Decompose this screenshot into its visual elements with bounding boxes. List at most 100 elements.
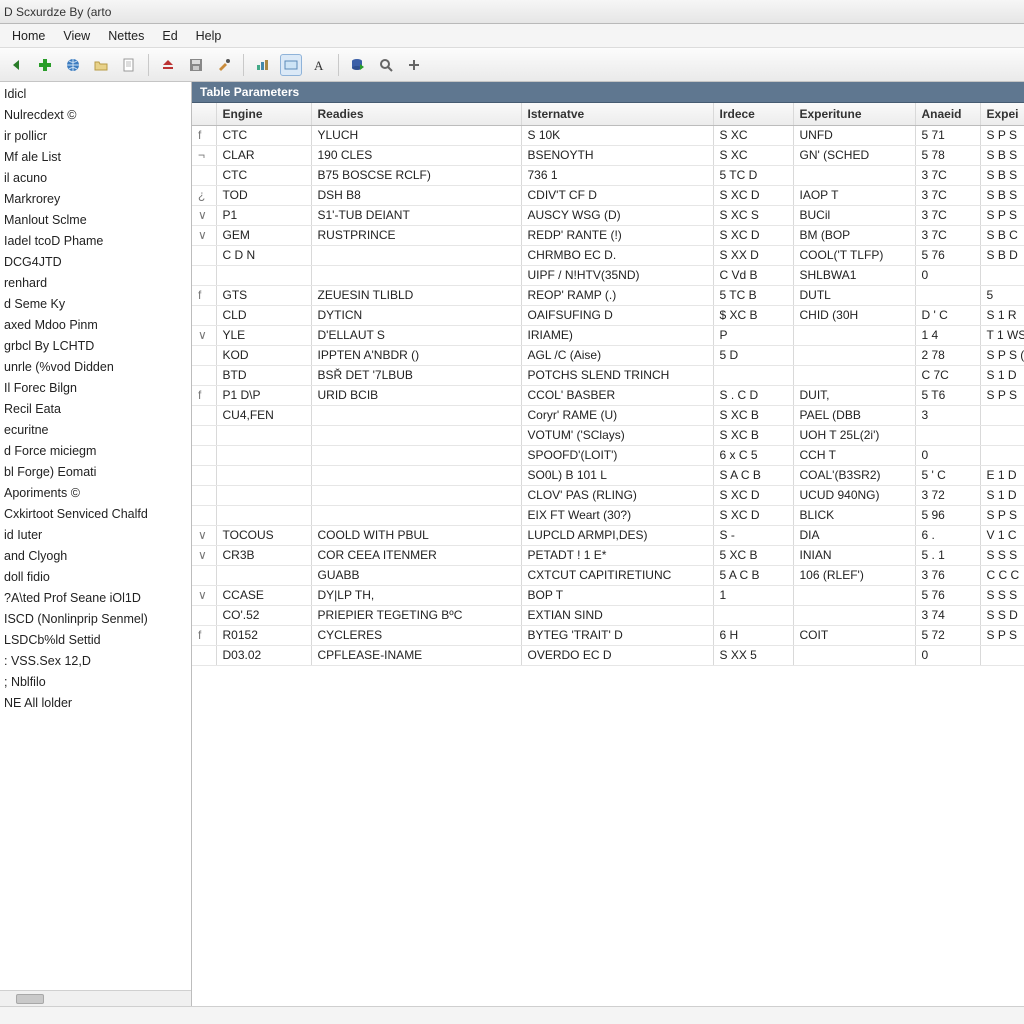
row-marker[interactable]: ∨ xyxy=(192,526,216,546)
cell[interactable]: S XC D xyxy=(713,226,793,246)
cell[interactable]: 5 D xyxy=(713,346,793,366)
table-row[interactable]: SPOOFD'(LOIT')6 x C 5CCH T0 xyxy=(192,446,1024,466)
cell[interactable]: REDP' RANTE (!) xyxy=(521,226,713,246)
cell[interactable]: S 1 R xyxy=(980,306,1024,326)
sidebar-item[interactable]: ISCD (Nonlinprip Senmel) xyxy=(2,609,191,630)
cell[interactable]: 5 71 xyxy=(915,126,980,146)
cell[interactable]: S P S ( xyxy=(980,346,1024,366)
cell[interactable]: DY|LP TH, xyxy=(311,586,521,606)
cell[interactable]: 5 xyxy=(980,286,1024,306)
row-marker[interactable]: ¬ xyxy=(192,146,216,166)
cell[interactable]: 2 78 xyxy=(915,346,980,366)
cell[interactable]: COAL'(B3SR2) xyxy=(793,466,915,486)
cell[interactable] xyxy=(311,486,521,506)
table-row[interactable]: CO'.52PRIEPIER TEGETING BºCEXTIAN SIND3 … xyxy=(192,606,1024,626)
row-marker[interactable] xyxy=(192,446,216,466)
sidebar-item[interactable]: LSDCb%ld Settid xyxy=(2,630,191,651)
cell[interactable]: 5 TC B xyxy=(713,286,793,306)
cell[interactable]: C D N xyxy=(216,246,311,266)
table-row[interactable]: CLDDYTICNOAIFSUFING D$ XC BCHID (30HD ' … xyxy=(192,306,1024,326)
cell[interactable]: BOP T xyxy=(521,586,713,606)
cell[interactable]: EIX FT Weart (30?) xyxy=(521,506,713,526)
cell[interactable]: 6 x C 5 xyxy=(713,446,793,466)
row-marker[interactable] xyxy=(192,346,216,366)
row-marker[interactable]: ∨ xyxy=(192,326,216,346)
cell[interactable] xyxy=(793,606,915,626)
row-marker[interactable]: f xyxy=(192,286,216,306)
cell[interactable]: S B S xyxy=(980,186,1024,206)
cell[interactable]: OAIFSUFING D xyxy=(521,306,713,326)
cell[interactable]: KOD xyxy=(216,346,311,366)
row-marker[interactable] xyxy=(192,466,216,486)
cell[interactable]: REOP' RAMP (.) xyxy=(521,286,713,306)
cell[interactable]: S B C xyxy=(980,226,1024,246)
sidebar-item[interactable]: DCG4JTD xyxy=(2,252,191,273)
cell[interactable]: S 10K xyxy=(521,126,713,146)
cell[interactable]: IRIAME) xyxy=(521,326,713,346)
row-marker[interactable] xyxy=(192,646,216,666)
row-marker[interactable] xyxy=(192,166,216,186)
cell[interactable] xyxy=(311,466,521,486)
cell[interactable]: S S S xyxy=(980,546,1024,566)
row-marker[interactable] xyxy=(192,506,216,526)
cell[interactable]: S XC D xyxy=(713,486,793,506)
cell[interactable]: 0 xyxy=(915,446,980,466)
cell[interactable] xyxy=(311,266,521,286)
sidebar-item[interactable]: d Seme Ky xyxy=(2,294,191,315)
cell[interactable]: VOTUM' ('SClays) xyxy=(521,426,713,446)
cell[interactable]: P1 D\P xyxy=(216,386,311,406)
cell[interactable]: BSŘ DET '7LBUB xyxy=(311,366,521,386)
table-row[interactable]: BTDBSŘ DET '7LBUBPOTCHS SLEND TRINCHC 7C… xyxy=(192,366,1024,386)
cell[interactable]: BUCil xyxy=(793,206,915,226)
cell[interactable]: PAEL (DBB xyxy=(793,406,915,426)
cell[interactable]: S XC B xyxy=(713,426,793,446)
row-marker[interactable] xyxy=(192,406,216,426)
folder-icon[interactable] xyxy=(90,54,112,76)
sidebar-item[interactable]: Aporiments © xyxy=(2,483,191,504)
cell[interactable]: 0 xyxy=(915,266,980,286)
search-icon[interactable] xyxy=(375,54,397,76)
table-row[interactable]: fP1 D\PURID BCIBCCOL' BASBERS . C DDUIT,… xyxy=(192,386,1024,406)
table-row[interactable]: UIPF / N!HTV(35ND)C Vd BSHLBWA10 xyxy=(192,266,1024,286)
cell[interactable]: DYTICN xyxy=(311,306,521,326)
table-row[interactable]: SO0L) B 101 LS A C BCOAL'(B3SR2)5 ' CE 1… xyxy=(192,466,1024,486)
cell[interactable]: D03.02 xyxy=(216,646,311,666)
cell[interactable]: 6 H xyxy=(713,626,793,646)
cell[interactable] xyxy=(216,506,311,526)
cell[interactable]: CPFLEASE-INAME xyxy=(311,646,521,666)
cell[interactable]: RUSTPRINCE xyxy=(311,226,521,246)
cell[interactable] xyxy=(311,406,521,426)
cell[interactable]: 1 4 xyxy=(915,326,980,346)
cell[interactable]: S XX D xyxy=(713,246,793,266)
table-row[interactable]: ∨CR3BCOR CEEA ITENMERPETADT ! 1 E*5 XC B… xyxy=(192,546,1024,566)
cell[interactable]: UNFD xyxy=(793,126,915,146)
cell[interactable]: 3 7C xyxy=(915,206,980,226)
cell[interactable] xyxy=(915,426,980,446)
cell[interactable]: OVERDO EC D xyxy=(521,646,713,666)
cell[interactable]: S B D xyxy=(980,246,1024,266)
db-play-icon[interactable] xyxy=(347,54,369,76)
sidebar-item[interactable]: ; Nblfilo xyxy=(2,672,191,693)
table-row[interactable]: ∨GEMRUSTPRINCEREDP' RANTE (!)S XC DBM (B… xyxy=(192,226,1024,246)
table-row[interactable]: CTCB75 BOSCSE RCLF)736 15 TC D3 7CS B S xyxy=(192,166,1024,186)
cell[interactable]: 106 (RLEF') xyxy=(793,566,915,586)
table-row[interactable]: EIX FT Weart (30?)S XC DBLICK5 96S P S xyxy=(192,506,1024,526)
cell[interactable]: AGL /C (Aise) xyxy=(521,346,713,366)
text-a-icon[interactable]: A xyxy=(308,54,330,76)
row-marker[interactable] xyxy=(192,246,216,266)
cell[interactable]: S P S xyxy=(980,626,1024,646)
sidebar-item[interactable]: renhard xyxy=(2,273,191,294)
cell[interactable] xyxy=(793,166,915,186)
sidebar-item[interactable]: NE All lolder xyxy=(2,693,191,714)
cell[interactable]: 5 TC D xyxy=(713,166,793,186)
cell[interactable]: AUSCY WSG (D) xyxy=(521,206,713,226)
cell[interactable]: S1'-TUB DEIANT xyxy=(311,206,521,226)
table-row[interactable]: D03.02CPFLEASE-INAMEOVERDO EC DS XX 50 xyxy=(192,646,1024,666)
table-row[interactable]: VOTUM' ('SClays)S XC BUOH T 25L(2i') xyxy=(192,426,1024,446)
col-isternatve[interactable]: Isternatve xyxy=(521,103,713,126)
col-irdece[interactable]: Irdece xyxy=(713,103,793,126)
cell[interactable]: UOH T 25L(2i') xyxy=(793,426,915,446)
cell[interactable]: CCH T xyxy=(793,446,915,466)
table-row[interactable]: ¬CLAR190 CLESBSENOYTHS XCGN' (SCHED5 78S… xyxy=(192,146,1024,166)
row-marker[interactable]: ∨ xyxy=(192,586,216,606)
